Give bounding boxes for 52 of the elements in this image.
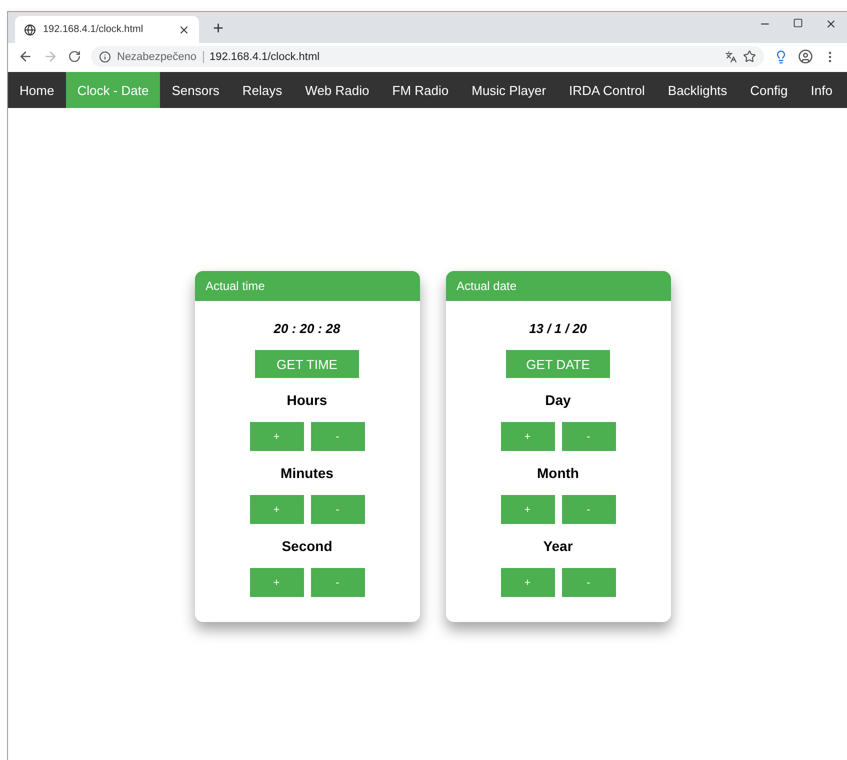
nav-link[interactable]: FM Radio <box>380 72 460 108</box>
decrement-button[interactable]: - <box>310 495 364 524</box>
reload-icon[interactable] <box>68 50 81 63</box>
increment-button[interactable]: + <box>250 422 304 451</box>
address-bar[interactable]: Nezabezpečeno 192.168.4.1/clock.html <box>91 46 764 67</box>
lightbulb-icon[interactable] <box>774 50 788 64</box>
card-value: 20 : 20 : 28 <box>274 321 340 336</box>
control-label: Second <box>282 538 332 554</box>
nav-link[interactable]: Relays <box>230 72 294 108</box>
decrement-button[interactable]: - <box>562 422 616 451</box>
nav-link[interactable]: Backlights <box>656 72 739 108</box>
control-label: Day <box>545 392 571 408</box>
back-icon[interactable] <box>18 49 33 64</box>
nav-link[interactable]: Web Radio <box>294 72 381 108</box>
increment-button[interactable]: + <box>250 568 304 597</box>
control-label: Month <box>537 465 579 481</box>
get-button[interactable]: GET DATE <box>506 350 610 378</box>
increment-button[interactable]: + <box>500 495 554 524</box>
card-title: Actual time <box>194 271 420 301</box>
decrement-button[interactable]: - <box>562 568 616 597</box>
decrement-button[interactable]: - <box>562 495 616 524</box>
star-icon[interactable] <box>743 50 756 63</box>
increment-button[interactable]: + <box>500 422 554 451</box>
url-text: 192.168.4.1/clock.html <box>210 50 320 62</box>
decrement-button[interactable]: - <box>310 568 364 597</box>
card-value: 13 / 1 / 20 <box>529 321 587 336</box>
get-button[interactable]: GET TIME <box>255 350 359 378</box>
nav-link[interactable]: Home <box>8 72 66 108</box>
profile-icon[interactable] <box>798 49 813 64</box>
nav-link[interactable]: Sensors <box>160 72 231 108</box>
browser-tab[interactable]: 192.168.4.1/clock.html <box>15 16 199 43</box>
card-title: Actual date <box>446 271 670 301</box>
nav-link[interactable]: Config <box>738 72 800 108</box>
nav-link[interactable]: Clock - Date <box>66 72 160 108</box>
increment-button[interactable]: + <box>250 495 304 524</box>
control-label: Hours <box>286 392 328 408</box>
security-label: Nezabezpečeno <box>117 50 204 62</box>
increment-button[interactable]: + <box>500 568 554 597</box>
close-tab-icon[interactable] <box>178 24 190 36</box>
new-tab-button[interactable]: + <box>213 18 224 39</box>
nav-link[interactable]: Music Player <box>460 72 558 108</box>
decrement-button[interactable]: - <box>310 422 364 451</box>
tab-title: 192.168.4.1/clock.html <box>43 24 144 35</box>
globe-icon <box>24 24 36 36</box>
translate-icon[interactable] <box>725 50 737 62</box>
nav-link[interactable]: IRDA Control <box>558 72 656 108</box>
nav-link[interactable]: Info <box>799 72 844 108</box>
control-label: Year <box>543 538 573 554</box>
maximize-icon[interactable] <box>793 18 803 28</box>
info-icon <box>99 50 111 62</box>
control-label: Minutes <box>280 465 334 481</box>
close-icon[interactable] <box>825 18 837 30</box>
